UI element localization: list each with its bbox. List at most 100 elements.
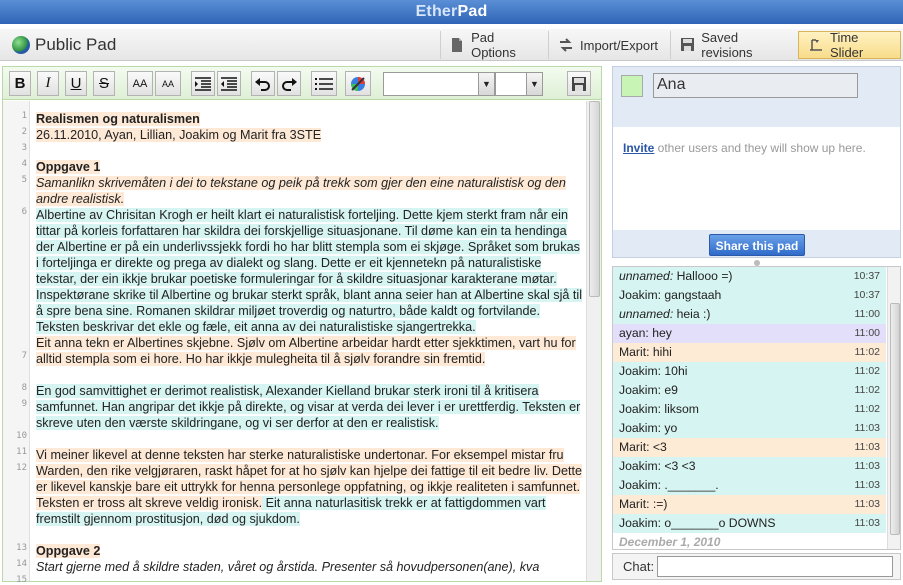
chat-message-time: 10:37 — [853, 289, 880, 301]
globe-icon — [12, 36, 30, 54]
line-number: 1 — [21, 111, 27, 121]
editor-blank-line — [36, 431, 584, 447]
editor-text: Samanlikn skrivemåten i dei to tekstane … — [36, 176, 566, 206]
indent-icon — [195, 76, 211, 91]
chat-message-author: Marit: — [619, 440, 650, 454]
chat-message-time: 11:03 — [854, 498, 881, 510]
chat-message-time: 11:00 — [854, 308, 881, 320]
users-panel: Ana Invite other users and they will sho… — [612, 66, 901, 258]
editor-text: En god samvittighet er derimot realistis… — [36, 384, 581, 430]
invite-rest-text: other users and they will show up here. — [654, 141, 866, 155]
color-wheel-icon — [351, 76, 365, 91]
chat-message-author: Joakim: — [619, 288, 661, 302]
chat-message-text: liksom — [661, 402, 699, 416]
pad-title-label: Public Pad — [35, 35, 117, 54]
line-number: 9 — [21, 399, 27, 409]
chevron-down-icon: ▼ — [526, 73, 542, 95]
editor-line: Albertine av Chrisitan Krogh er heilt kl… — [36, 207, 584, 335]
line-number: 3 — [21, 143, 27, 153]
save-disk-icon — [572, 76, 586, 91]
chat-message-text: ._______. — [661, 478, 719, 492]
outdent-icon — [221, 76, 237, 91]
editor-scrollbar[interactable] — [586, 101, 601, 581]
chat-message-author: Joakim: — [619, 478, 661, 492]
editor-text: Eit anna tekn er Albertines skjebne. Sjø… — [36, 336, 576, 366]
chat-message: unnamed: Hallooo =) 10:37 — [613, 267, 886, 286]
font-size-decrease-button[interactable]: AA — [155, 71, 181, 96]
chat-message-author: unnamed: — [619, 269, 674, 283]
time-slider-button[interactable]: Time Slider — [798, 30, 901, 60]
chat-scrollbar-thumb[interactable] — [890, 303, 900, 535]
heading-text: Realismen og naturalismen — [36, 112, 200, 126]
chat-message-time: 11:03 — [854, 479, 881, 491]
clear-authorship-button[interactable] — [345, 71, 371, 96]
editor-line: Oppgave 2 — [36, 543, 584, 559]
italic-button[interactable]: I — [37, 71, 59, 96]
font-size-increase-button[interactable]: AA — [127, 71, 153, 96]
save-revision-button[interactable] — [567, 71, 591, 96]
editor-blank-line — [36, 143, 584, 159]
editor-line: 26.11.2010, Ayan, Lillian, Joakim og Mar… — [36, 127, 584, 143]
chat-message: Marit: :=) 11:03 — [613, 495, 886, 514]
editor-line: Oppgave 1 — [36, 159, 584, 175]
chat-message: Joakim: e9 11:02 — [613, 381, 886, 400]
editor-scrollbar-thumb[interactable] — [589, 101, 600, 297]
invite-link[interactable]: Invite — [623, 141, 654, 155]
undo-icon — [255, 77, 270, 91]
chat-message: Joakim: <3 <3 11:03 — [613, 457, 886, 476]
chat-message: Joakim: o_______o DOWNS 11:03 — [613, 514, 886, 533]
doc-bar: Public Pad Pad Options Import/Export Sav… — [0, 29, 903, 61]
share-pad-button[interactable]: Share this pad — [709, 234, 805, 256]
line-number: 8 — [21, 383, 27, 393]
editor-text: Albertine av Chrisitan Krogh er heilt kl… — [36, 208, 583, 334]
chat-panel: unnamed: Hallooo =) 10:37 Joakim: gangstaa… — [612, 266, 901, 550]
chat-message-text: 10hi — [661, 364, 688, 378]
chat-message-author: Marit: — [619, 497, 650, 511]
chat-message: Marit: hihi 11:02 — [613, 343, 886, 362]
editor-text: 26.11.2010, Ayan, Lillian, Joakim og Mar… — [36, 128, 322, 142]
editor-blank-line — [36, 527, 584, 543]
underline-button[interactable]: U — [65, 71, 87, 96]
user-name-input[interactable]: Ana — [653, 73, 858, 98]
user-color-swatch[interactable] — [621, 75, 643, 97]
line-number: 10 — [16, 431, 27, 441]
outdent-button[interactable] — [217, 71, 241, 96]
editor-text-area[interactable]: Realismen og naturalismen 26.11.2010, Ay… — [36, 111, 584, 575]
font-family-select[interactable]: ▼ — [383, 72, 495, 96]
bullet-list-button[interactable] — [311, 71, 337, 96]
line-number: 7 — [21, 351, 27, 361]
import-export-label: Import/Export — [580, 37, 659, 53]
bold-button[interactable]: B — [9, 71, 31, 96]
editor-line: Vi meiner likevel at denne teksten har s… — [36, 447, 584, 527]
line-number: 4 — [21, 159, 27, 169]
saved-revisions-button[interactable]: Saved revisions — [670, 30, 798, 60]
editor-panel: B I U S AA AA ▼ ▼ 1 2 3 4 5 6 7 8 9 10 1… — [2, 66, 602, 585]
chat-message-author: Joakim: — [619, 516, 661, 530]
line-number: 13 — [16, 543, 27, 553]
chat-message-time: 11:03 — [854, 460, 881, 472]
chat-message-author: Joakim: — [619, 421, 661, 435]
editor-line: Samanlikn skrivemåten i dei to tekstane … — [36, 175, 584, 207]
chat-scrollbar[interactable] — [887, 267, 900, 549]
chat-message-author: Joakim: — [619, 402, 661, 416]
chat-message-text: hihi — [649, 345, 672, 359]
redo-button[interactable] — [277, 71, 301, 96]
font-size-select[interactable]: ▼ — [495, 72, 543, 96]
document-icon — [451, 38, 464, 52]
chat-label: Chat: — [623, 559, 655, 574]
chat-message-time: 11:03 — [854, 441, 881, 453]
chat-message-text: <3 — [649, 440, 667, 454]
line-number: 14 — [16, 559, 27, 569]
pad-options-button[interactable]: Pad Options — [440, 30, 548, 60]
app-title-bar: EtherPad — [0, 0, 903, 24]
indent-button[interactable] — [191, 71, 215, 96]
chat-message: Joakim: 10hi 11:02 — [613, 362, 886, 381]
chat-input[interactable] — [657, 556, 893, 577]
chat-message-author: unnamed: — [619, 307, 674, 321]
chat-message-text: heia :) — [673, 307, 711, 321]
undo-button[interactable] — [251, 71, 275, 96]
import-export-button[interactable]: Import/Export — [548, 31, 670, 59]
chat-message-author: Joakim: — [619, 459, 661, 473]
line-number: 11 — [16, 447, 27, 457]
strikethrough-button[interactable]: S — [93, 71, 115, 96]
